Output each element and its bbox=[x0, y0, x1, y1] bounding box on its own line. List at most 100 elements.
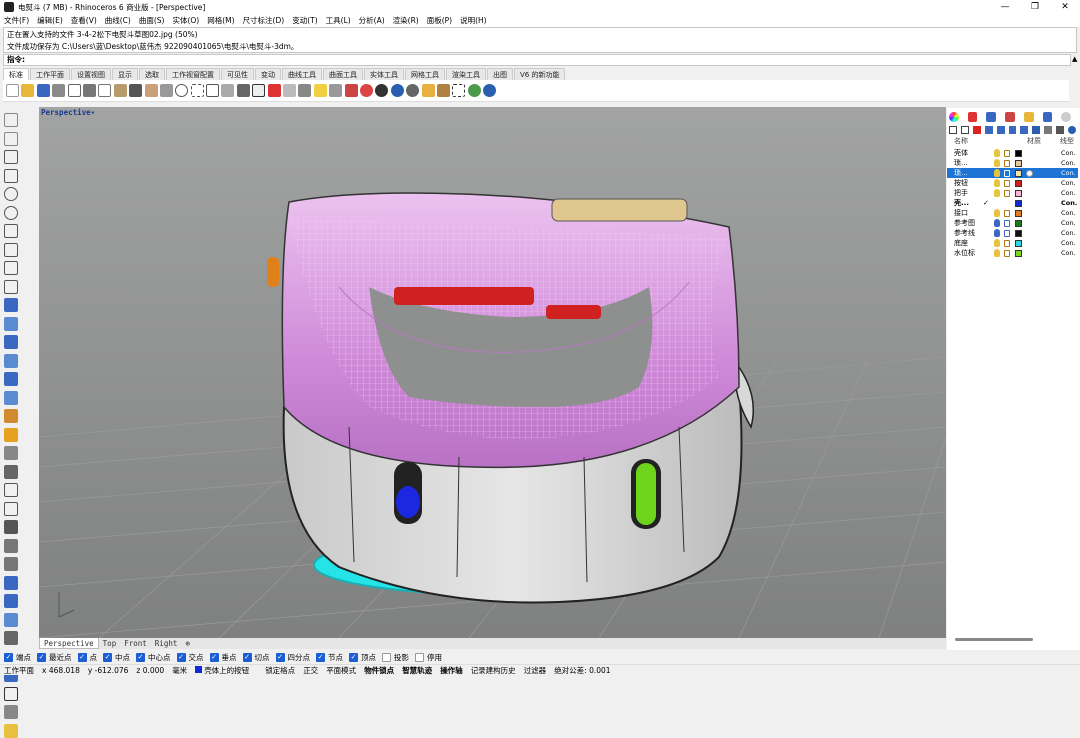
move-icon[interactable] bbox=[4, 446, 18, 460]
mesh-icon[interactable] bbox=[4, 372, 18, 386]
surface-icon[interactable] bbox=[4, 298, 18, 312]
zoom-extents-icon[interactable] bbox=[206, 84, 220, 97]
layer-row-reference-line[interactable]: 参考线 Con. bbox=[947, 228, 1078, 238]
check-icon[interactable] bbox=[4, 686, 18, 701]
render-preview-icon[interactable] bbox=[4, 723, 18, 738]
menu-analyze[interactable]: 分析(A) bbox=[359, 15, 385, 26]
tab-new-in-v6[interactable]: V6 的新功能 bbox=[514, 68, 566, 80]
zoom-window-icon[interactable] bbox=[190, 84, 204, 97]
circle-icon[interactable] bbox=[4, 187, 18, 201]
layer-help-icon[interactable] bbox=[1068, 126, 1076, 134]
folder-tab-icon[interactable] bbox=[1023, 112, 1034, 122]
globe-icon[interactable] bbox=[467, 84, 481, 97]
grid-snap-toggle[interactable]: 锁定格点 bbox=[265, 665, 295, 676]
layer-tools-icon[interactable] bbox=[1044, 126, 1053, 134]
zoom-selected-icon[interactable] bbox=[221, 84, 235, 97]
osnap-project[interactable]: 投影 bbox=[382, 652, 409, 663]
tab-viewport-layout[interactable]: 工作视窗配置 bbox=[166, 68, 220, 80]
pan-icon[interactable] bbox=[144, 84, 158, 97]
light-bulb-icon[interactable] bbox=[994, 179, 1000, 187]
filter-toggle[interactable]: 过滤器 bbox=[524, 665, 547, 676]
tab-transform[interactable]: 变动 bbox=[255, 68, 281, 80]
layout-icon[interactable] bbox=[67, 84, 81, 97]
layer-row[interactable]: 琐... Con. bbox=[947, 158, 1078, 168]
layer-row-base[interactable]: 底座 Con. bbox=[947, 238, 1078, 248]
array-icon[interactable] bbox=[4, 631, 18, 645]
menu-curve[interactable]: 曲线(C) bbox=[105, 15, 131, 26]
osnap-end[interactable]: ✓ 端点 bbox=[4, 652, 31, 663]
delete-layer-icon[interactable] bbox=[972, 126, 981, 134]
maximize-button[interactable]: ❐ bbox=[1020, 0, 1050, 14]
layer-row-shell[interactable]: 壳体 Con. bbox=[947, 148, 1078, 158]
layer-color-swatch[interactable] bbox=[1015, 159, 1022, 167]
layer-linetype[interactable]: Con. bbox=[1061, 239, 1076, 247]
tab-cplanes[interactable]: 工作平面 bbox=[30, 68, 70, 80]
tab-drafting[interactable]: 出图 bbox=[487, 68, 513, 80]
new-layer-icon[interactable] bbox=[949, 126, 957, 134]
tab-front[interactable]: Front bbox=[120, 638, 151, 649]
layer-linetype[interactable]: Con. bbox=[1061, 159, 1076, 167]
horizontal-scrollbar[interactable] bbox=[955, 638, 1033, 641]
smarttrack-toggle[interactable]: 智慧轨迹 bbox=[402, 665, 432, 676]
unlock-icon[interactable] bbox=[1004, 149, 1010, 157]
menu-file[interactable]: 文件(F) bbox=[4, 15, 29, 26]
tab-top[interactable]: Top bbox=[99, 638, 121, 649]
checkbox-icon[interactable]: ✓ bbox=[275, 652, 285, 662]
move-to-child-icon[interactable] bbox=[1020, 126, 1029, 134]
layer-row-button[interactable]: 按钮 Con. bbox=[947, 178, 1078, 188]
planar-toggle[interactable]: 平面模式 bbox=[326, 665, 356, 676]
checkbox-icon[interactable]: ✓ bbox=[242, 652, 252, 662]
shaded-sphere-icon[interactable] bbox=[375, 84, 389, 97]
material-sphere-icon[interactable] bbox=[1026, 169, 1033, 177]
column-material[interactable]: 材质 bbox=[1027, 136, 1041, 146]
tab-solid-tools[interactable]: 实体工具 bbox=[364, 68, 404, 80]
layer-color-swatch[interactable] bbox=[1015, 199, 1022, 207]
sphere-icon[interactable] bbox=[4, 390, 18, 405]
checkbox-icon[interactable]: ✓ bbox=[77, 652, 87, 662]
explode-icon[interactable] bbox=[4, 427, 18, 442]
command-input[interactable]: 指令: bbox=[3, 54, 1071, 66]
perspective-viewport[interactable]: Perspective▾ bbox=[39, 107, 946, 638]
layer-linetype[interactable]: Con. bbox=[1061, 199, 1077, 207]
move-layer-down-icon[interactable] bbox=[996, 126, 1005, 134]
layer-properties-icon[interactable] bbox=[1056, 126, 1065, 134]
light-bulb-icon[interactable] bbox=[994, 169, 1000, 177]
render-tab-icon[interactable] bbox=[986, 112, 997, 122]
layer-row-selected[interactable]: 琐... Con. bbox=[947, 168, 1078, 178]
open-file-icon[interactable] bbox=[21, 84, 35, 97]
undo-icon[interactable] bbox=[129, 84, 143, 97]
layer-linetype[interactable]: Con. bbox=[1061, 249, 1076, 257]
layer-color-swatch[interactable] bbox=[1015, 239, 1022, 247]
menu-panels[interactable]: 面板(P) bbox=[427, 15, 452, 26]
filter-icon[interactable] bbox=[1032, 126, 1041, 134]
print-icon[interactable] bbox=[52, 84, 66, 97]
extrude-icon[interactable] bbox=[4, 316, 18, 331]
tab-select[interactable]: 选取 bbox=[139, 68, 165, 80]
tab-standard[interactable]: 标准 bbox=[3, 68, 29, 80]
help-icon[interactable] bbox=[483, 84, 497, 97]
checkbox-icon[interactable]: ✓ bbox=[176, 652, 186, 662]
point-icon[interactable] bbox=[4, 131, 18, 146]
light-bulb-off-icon[interactable] bbox=[994, 219, 1000, 227]
osnap-toggle[interactable]: 物件锁点 bbox=[364, 665, 394, 676]
viewport-label[interactable]: Perspective bbox=[41, 108, 91, 117]
light-bulb-icon[interactable] bbox=[994, 209, 1000, 217]
layer-linetype[interactable]: Con. bbox=[1061, 209, 1076, 217]
tab-curve-tools[interactable]: 曲线工具 bbox=[282, 68, 322, 80]
layer-color-swatch[interactable] bbox=[1015, 149, 1022, 157]
light-bulb-icon[interactable] bbox=[994, 239, 1000, 247]
ortho-toggle[interactable]: 正交 bbox=[303, 665, 318, 676]
unlock-icon[interactable] bbox=[1004, 169, 1010, 177]
checkbox-icon[interactable] bbox=[415, 652, 424, 662]
minimize-button[interactable]: — bbox=[990, 0, 1020, 14]
copy-icon[interactable] bbox=[98, 84, 112, 97]
fillet-icon[interactable] bbox=[4, 483, 18, 497]
layer-linetype[interactable]: Con. bbox=[1061, 169, 1076, 177]
scroll-up-arrow[interactable]: ▲ bbox=[1072, 55, 1077, 63]
lock-icon[interactable] bbox=[1004, 229, 1010, 237]
grasshopper-icon[interactable] bbox=[436, 84, 450, 97]
ellipse-icon[interactable] bbox=[4, 205, 18, 220]
gumball-icon[interactable] bbox=[298, 84, 312, 97]
save-icon[interactable] bbox=[36, 84, 50, 97]
layer-color-swatch[interactable] bbox=[1015, 209, 1022, 217]
